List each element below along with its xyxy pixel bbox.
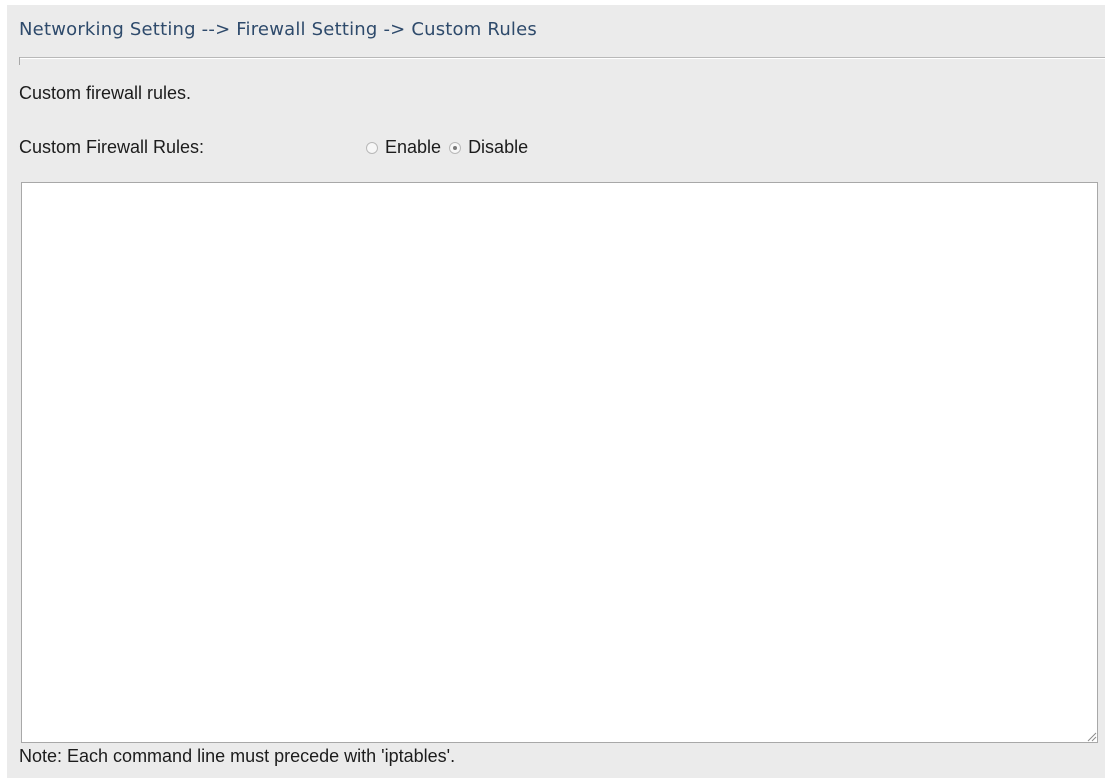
header-divider	[19, 57, 1105, 58]
firewall-custom-rules-panel: Networking Setting --> Firewall Setting …	[7, 5, 1105, 778]
resize-grip-icon[interactable]	[1085, 730, 1097, 742]
enable-radio[interactable]	[366, 141, 378, 154]
breadcrumb: Networking Setting --> Firewall Setting …	[19, 19, 537, 40]
disable-radio-label[interactable]: Disable	[468, 137, 528, 158]
custom-rules-textarea[interactable]	[21, 182, 1098, 743]
custom-rules-toggle: Enable Disable	[366, 137, 536, 158]
disable-radio[interactable]	[449, 141, 462, 154]
header-divider-tick	[19, 57, 20, 65]
enable-radio-label[interactable]: Enable	[385, 137, 441, 158]
iptables-note: Note: Each command line must precede wit…	[19, 746, 456, 766]
page-description: Custom firewall rules.	[19, 83, 192, 103]
custom-rules-label: Custom Firewall Rules:	[19, 137, 205, 157]
